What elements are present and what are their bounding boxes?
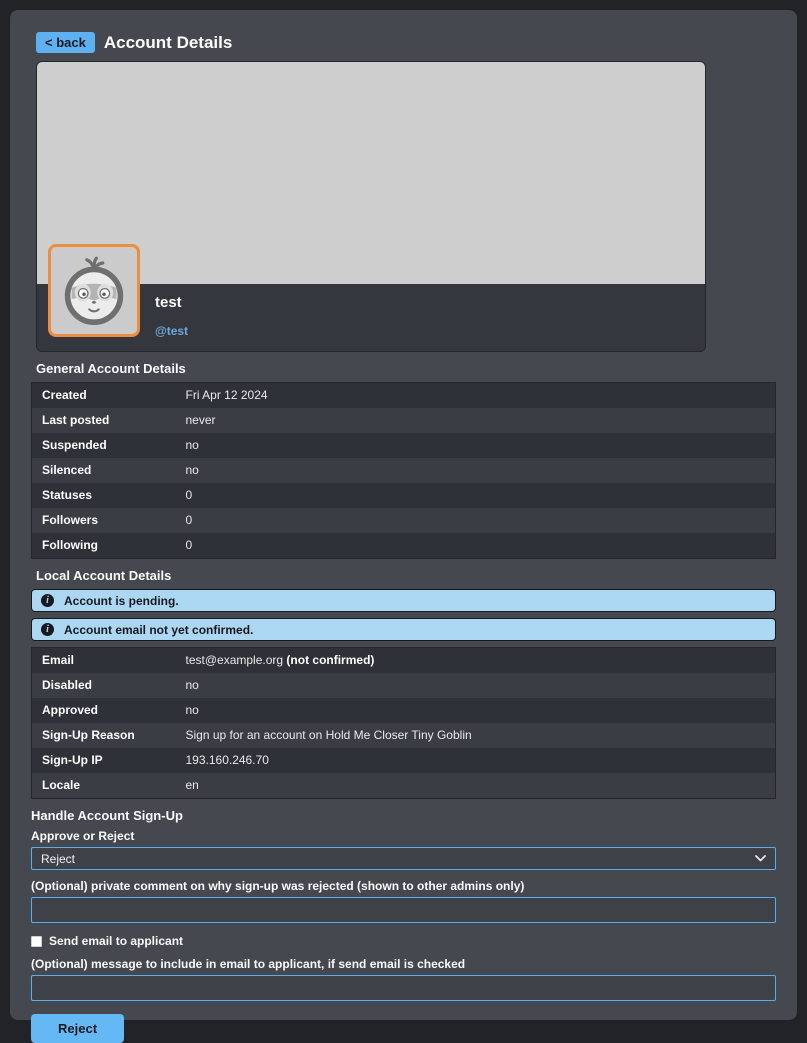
page-title: Account Details (104, 33, 232, 53)
reject-button[interactable]: Reject (31, 1014, 124, 1043)
row-value: 0 (182, 533, 776, 559)
info-icon: i (41, 594, 54, 607)
general-details-table: CreatedFri Apr 12 2024Last postedneverSu… (31, 382, 776, 559)
row-value: no (182, 458, 776, 483)
table-row: Silencedno (32, 458, 776, 483)
profile-card: test @test (36, 61, 706, 352)
account-handle-link[interactable]: @test (155, 324, 188, 338)
profile-names: test @test (155, 294, 188, 340)
email-message-input[interactable] (31, 975, 776, 1001)
row-value: no (182, 673, 776, 698)
table-row: Last postednever (32, 408, 776, 433)
row-value: en (182, 773, 776, 799)
row-label: Locale (32, 773, 182, 799)
row-label: Email (32, 648, 182, 674)
table-row: CreatedFri Apr 12 2024 (32, 383, 776, 409)
send-email-label: Send email to applicant (49, 934, 183, 948)
notice-text: Account email not yet confirmed. (64, 623, 253, 637)
table-row: Statuses0 (32, 483, 776, 508)
select-value: Reject (41, 852, 75, 866)
row-label: Disabled (32, 673, 182, 698)
info-icon: i (41, 623, 54, 636)
approve-reject-label: Approve or Reject (31, 829, 776, 843)
row-value: Fri Apr 12 2024 (182, 383, 776, 409)
back-button[interactable]: < back (36, 32, 95, 53)
notice-email-unconfirmed: i Account email not yet confirmed. (31, 618, 776, 641)
table-row: Localeen (32, 773, 776, 799)
display-name: test (155, 294, 188, 311)
row-value: 193.160.246.70 (182, 748, 776, 773)
header: < back Account Details (36, 32, 776, 53)
notice-account-pending: i Account is pending. (31, 589, 776, 612)
send-email-row: Send email to applicant (31, 934, 776, 948)
section-title-local: Local Account Details (36, 568, 776, 583)
row-value: 0 (182, 508, 776, 533)
table-row: Emailtest@example.org (not confirmed) (32, 648, 776, 674)
local-details-table: Emailtest@example.org (not confirmed)Dis… (31, 647, 776, 799)
private-comment-input[interactable] (31, 897, 776, 923)
private-comment-label: (Optional) private comment on why sign-u… (31, 879, 776, 893)
chevron-down-icon (755, 855, 766, 862)
row-label: Silenced (32, 458, 182, 483)
sloth-avatar-icon (54, 251, 134, 331)
row-label: Sign-Up IP (32, 748, 182, 773)
row-label: Suspended (32, 433, 182, 458)
table-row: Sign-Up IP193.160.246.70 (32, 748, 776, 773)
table-row: Suspendedno (32, 433, 776, 458)
row-value: no (182, 433, 776, 458)
row-label: Created (32, 383, 182, 409)
send-email-checkbox[interactable] (31, 936, 42, 947)
row-value: 0 (182, 483, 776, 508)
row-value: no (182, 698, 776, 723)
table-row: Followers0 (32, 508, 776, 533)
row-value: test@example.org (not confirmed) (182, 648, 776, 674)
row-label: Followers (32, 508, 182, 533)
row-value-emphasis: (not confirmed) (286, 653, 374, 667)
row-label: Statuses (32, 483, 182, 508)
table-row: Approvedno (32, 698, 776, 723)
account-details-panel: < back Account Details (10, 10, 797, 1020)
section-title-handle-signup: Handle Account Sign-Up (31, 808, 776, 823)
row-value: Sign up for an account on Hold Me Closer… (182, 723, 776, 748)
table-row: Following0 (32, 533, 776, 559)
table-row: Sign-Up ReasonSign up for an account on … (32, 723, 776, 748)
approve-reject-select[interactable]: Reject (31, 847, 776, 870)
table-row: Disabledno (32, 673, 776, 698)
row-label: Last posted (32, 408, 182, 433)
section-title-general: General Account Details (36, 361, 776, 376)
email-message-label: (Optional) message to include in email t… (31, 957, 776, 971)
row-label: Following (32, 533, 182, 559)
avatar[interactable] (48, 244, 140, 337)
row-label: Approved (32, 698, 182, 723)
row-value: never (182, 408, 776, 433)
notice-text: Account is pending. (64, 594, 179, 608)
row-label: Sign-Up Reason (32, 723, 182, 748)
